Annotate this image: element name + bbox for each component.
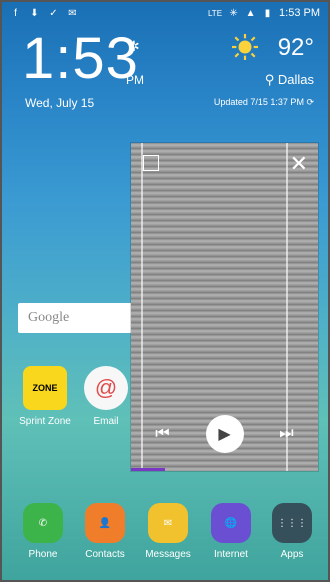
location-pin-icon: ⚲ <box>264 72 275 87</box>
clock-time[interactable]: 1:53 <box>22 30 139 88</box>
expand-icon[interactable] <box>143 155 159 171</box>
clock-ampm: PM <box>126 73 144 87</box>
data-icon: ✳ <box>229 7 238 19</box>
app-email[interactable]: @ Email <box>76 366 136 427</box>
status-left-icons: f ⬇ ✓ ✉ <box>10 8 78 19</box>
previous-button[interactable]: ⏮ <box>146 417 180 451</box>
download-icon: ⬇ <box>30 7 39 19</box>
dock-messages[interactable]: ✉ Messages <box>138 503 198 560</box>
network-type: LTE <box>207 8 223 18</box>
close-icon[interactable]: ✕ <box>290 151 308 177</box>
sprint-zone-icon: ZONE <box>23 366 67 410</box>
signal-icon: ▲ <box>245 7 256 19</box>
app-sprint-zone[interactable]: ZONE Sprint Zone <box>15 366 75 427</box>
dock-apps-label: Apps <box>280 549 304 560</box>
dock-phone[interactable]: ✆ Phone <box>13 503 73 560</box>
app-email-label: Email <box>93 416 119 427</box>
status-right-icons: LTE ✳ ▲ ▮ 1:53 PM <box>208 7 320 19</box>
contacts-icon: 👤 <box>85 503 125 543</box>
progress-bar[interactable] <box>131 468 165 471</box>
status-time: 1:53 PM <box>279 7 320 19</box>
picture-in-picture-player[interactable]: ✕ ⏮ ▶ ⏭ <box>131 143 318 471</box>
google-search-bar[interactable]: Google <box>18 303 148 333</box>
status-bar: f ⬇ ✓ ✉ LTE ✳ ▲ ▮ 1:53 PM <box>0 0 330 26</box>
weather-city: ⚲ Dallas <box>265 72 314 88</box>
weather-updated-label: Updated 7/15 1:37 PM <box>213 97 304 107</box>
google-search-label: Google <box>28 310 70 325</box>
refresh-icon[interactable]: ⟳ <box>306 97 314 107</box>
weather-city-label: Dallas <box>277 72 314 87</box>
dock-internet[interactable]: 🌐 Internet <box>201 503 261 560</box>
check-icon: ✓ <box>49 7 58 19</box>
clock-date: Wed, July 15 <box>25 96 95 110</box>
sun-icon <box>232 34 258 60</box>
play-button[interactable]: ▶ <box>205 415 244 453</box>
email-icon: @ <box>84 366 128 410</box>
messages-icon: ✉ <box>148 503 188 543</box>
dock-contacts[interactable]: 👤 Contacts <box>75 503 135 560</box>
internet-icon: 🌐 <box>211 503 251 543</box>
dock-contacts-label: Contacts <box>85 549 125 560</box>
facebook-icon: f <box>14 7 17 19</box>
message-icon: ✉ <box>68 7 77 19</box>
dock-internet-label: Internet <box>214 549 248 560</box>
media-controls: ⏮ ▶ ⏭ <box>131 415 318 453</box>
weather-temperature[interactable]: 92° <box>278 34 314 62</box>
dock-messages-label: Messages <box>145 549 191 560</box>
phone-icon: ✆ <box>23 503 63 543</box>
dock-apps[interactable]: ⋮⋮⋮ Apps <box>262 503 322 560</box>
weather-updated: Updated 7/15 1:37 PM ⟳ <box>214 97 314 108</box>
battery-icon: ▮ <box>264 7 271 19</box>
next-button[interactable]: ⏭ <box>270 417 304 451</box>
dock-phone-label: Phone <box>28 549 58 560</box>
app-sprint-zone-label: Sprint Zone <box>19 416 71 427</box>
alarm-icon: ✲ <box>128 38 140 54</box>
apps-grid-icon: ⋮⋮⋮ <box>272 503 312 543</box>
